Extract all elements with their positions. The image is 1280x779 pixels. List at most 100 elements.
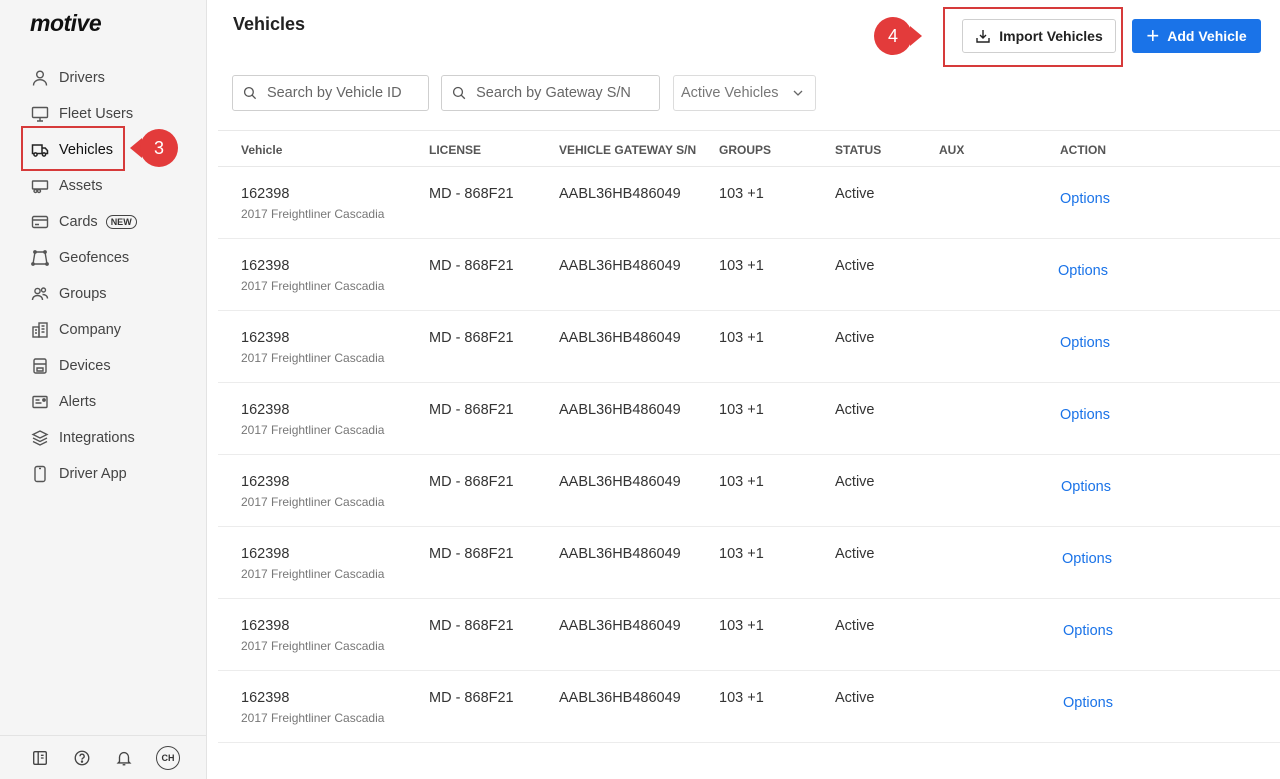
- vehicle-status: Active: [835, 546, 875, 562]
- vehicle-groups: 103 +1: [719, 690, 764, 706]
- vehicle-license: MD - 868F21: [429, 474, 514, 490]
- page-title: Vehicles: [233, 14, 306, 34]
- vehicle-gateway: AABL36HB486049: [559, 330, 681, 346]
- vehicle-model: 2017 Freightliner Cascadia: [241, 279, 385, 293]
- vehicle-license: MD - 868F21: [429, 618, 514, 634]
- vehicle-groups: 103 +1: [719, 330, 764, 346]
- sidebar-nav: Drivers Fleet Users Vehicles Assets Card…: [0, 60, 207, 492]
- vehicle-groups: 103 +1: [719, 618, 764, 634]
- monitor-icon: [31, 105, 49, 123]
- vehicle-status: Active: [835, 402, 875, 418]
- table-row[interactable]: 162398 MD - 868F21 AABL36HB486049 103 +1 Act…: [218, 239, 1280, 311]
- table-row[interactable]: 162398 MD - 868F21 AABL36HB486049 103 +1 Act…: [218, 383, 1280, 455]
- sidebar-item-label: Geofences: [59, 250, 130, 266]
- gateway-search-input[interactable]: [476, 85, 659, 101]
- vehicle-model: 2017 Freightliner Cascadia: [241, 567, 385, 581]
- vehicle-groups: 103 +1: [719, 474, 764, 490]
- options-link[interactable]: Options: [1063, 695, 1113, 711]
- callout-step-4: 4: [874, 17, 922, 55]
- column-header-gateway[interactable]: VEHICLE GATEWAY S/N: [559, 143, 696, 157]
- column-header-license[interactable]: LICENSE: [429, 143, 481, 157]
- plus-icon: +: [1146, 23, 1160, 48]
- sidebar-item-label: Assets: [59, 178, 103, 194]
- vehicle-groups: 103 +1: [719, 186, 764, 202]
- callout-number: 3: [140, 129, 178, 167]
- vehicle-license: MD - 868F21: [429, 690, 514, 706]
- help-icon[interactable]: [72, 748, 92, 768]
- table-row[interactable]: 162398 MD - 868F21 AABL36HB486049 103 +1 Act…: [218, 527, 1280, 599]
- sidebar-item-devices[interactable]: Devices: [0, 348, 207, 384]
- add-vehicle-label: Add Vehicle: [1167, 28, 1247, 44]
- chevron-down-icon: [793, 90, 803, 96]
- options-link[interactable]: Options: [1060, 407, 1110, 423]
- vehicle-status: Active: [835, 690, 875, 706]
- vehicle-status: Active: [835, 330, 875, 346]
- sidebar-item-label: Devices: [59, 358, 111, 374]
- sidebar-item-label: Drivers: [59, 70, 105, 86]
- vehicle-groups: 103 +1: [719, 546, 764, 562]
- book-icon[interactable]: [30, 748, 50, 768]
- vehicle-gateway: AABL36HB486049: [559, 402, 681, 418]
- person-icon: [31, 69, 49, 87]
- vehicle-status: Active: [835, 258, 875, 274]
- table-row[interactable]: 162398 MD - 868F21 AABL36HB486049 103 +1 Act…: [218, 671, 1280, 743]
- vehicle-model: 2017 Freightliner Cascadia: [241, 423, 385, 437]
- alert-icon: [31, 393, 49, 411]
- vehicle-model: 2017 Freightliner Cascadia: [241, 711, 385, 725]
- motive-logo[interactable]: motive: [30, 10, 102, 37]
- vehicle-status-value: Active Vehicles: [681, 85, 779, 101]
- options-link[interactable]: Options: [1060, 335, 1110, 351]
- trailer-icon: [31, 177, 49, 195]
- vehicle-model: 2017 Freightliner Cascadia: [241, 639, 385, 653]
- sidebar-item-groups[interactable]: Groups: [0, 276, 207, 312]
- groups-icon: [31, 285, 49, 303]
- table-body: 162398 MD - 868F21 AABL36HB486049 103 +1 Act…: [218, 167, 1280, 743]
- sidebar-item-geofences[interactable]: Geofences: [0, 240, 207, 276]
- sidebar-item-label: Groups: [59, 286, 107, 302]
- bell-icon[interactable]: [114, 748, 134, 768]
- vehicle-license: MD - 868F21: [429, 330, 514, 346]
- geofence-icon: [31, 249, 49, 267]
- sidebar-item-assets[interactable]: Assets: [0, 168, 207, 204]
- avatar[interactable]: CH: [156, 745, 180, 770]
- table-row[interactable]: 162398 MD - 868F21 AABL36HB486049 103 +1 Act…: [218, 311, 1280, 383]
- vehicle-id-search-input[interactable]: [266, 85, 428, 101]
- column-header-groups[interactable]: GROUPS: [719, 143, 771, 157]
- vehicle-id: 162398: [241, 546, 290, 562]
- gateway-search[interactable]: [441, 75, 660, 111]
- options-link[interactable]: Options: [1062, 551, 1112, 567]
- table-row[interactable]: 162398 MD - 868F21 AABL36HB486049 103 +1 Act…: [218, 599, 1280, 671]
- vehicle-gateway: AABL36HB486049: [559, 474, 681, 490]
- options-link[interactable]: Options: [1063, 623, 1113, 639]
- vehicle-id: 162398: [241, 402, 290, 418]
- table-row[interactable]: 162398 MD - 868F21 AABL36HB486049 103 +1 Act…: [218, 455, 1280, 527]
- vehicle-gateway: AABL36HB486049: [559, 186, 681, 202]
- vehicle-model: 2017 Freightliner Cascadia: [241, 495, 385, 509]
- search-icon: [243, 86, 257, 100]
- vehicle-gateway: AABL36HB486049: [559, 618, 681, 634]
- sidebar-item-company[interactable]: Company: [0, 312, 207, 348]
- sidebar-item-label: Fleet Users: [59, 106, 134, 122]
- vehicle-gateway: AABL36HB486049: [559, 690, 681, 706]
- sidebar-footer: CH: [0, 735, 207, 779]
- options-link[interactable]: Options: [1058, 263, 1108, 279]
- column-header-vehicle[interactable]: Vehicle: [241, 143, 282, 157]
- vehicle-status: Active: [835, 474, 875, 490]
- phone-icon: [31, 465, 49, 483]
- sidebar-item-alerts[interactable]: Alerts: [0, 384, 207, 420]
- sidebar-item-driver-app[interactable]: Driver App: [0, 456, 207, 492]
- column-header-status[interactable]: STATUS: [835, 143, 881, 157]
- add-vehicle-button[interactable]: + Add Vehicle: [1132, 19, 1261, 53]
- options-link[interactable]: Options: [1061, 479, 1111, 495]
- vehicle-id-search[interactable]: [232, 75, 429, 111]
- sidebar-item-label: Integrations: [59, 430, 135, 446]
- sidebar-item-drivers[interactable]: Drivers: [0, 60, 207, 96]
- sidebar-item-integrations[interactable]: Integrations: [0, 420, 207, 456]
- table-row[interactable]: 162398 MD - 868F21 AABL36HB486049 103 +1 Act…: [218, 167, 1280, 239]
- sidebar-item-label: Cards: [59, 214, 98, 230]
- card-icon: [31, 213, 49, 231]
- options-link[interactable]: Options: [1060, 191, 1110, 207]
- column-header-aux[interactable]: AUX: [939, 143, 964, 157]
- sidebar-item-cards[interactable]: Cards NEW: [0, 204, 207, 240]
- vehicle-status-select[interactable]: Active Vehicles: [673, 75, 816, 111]
